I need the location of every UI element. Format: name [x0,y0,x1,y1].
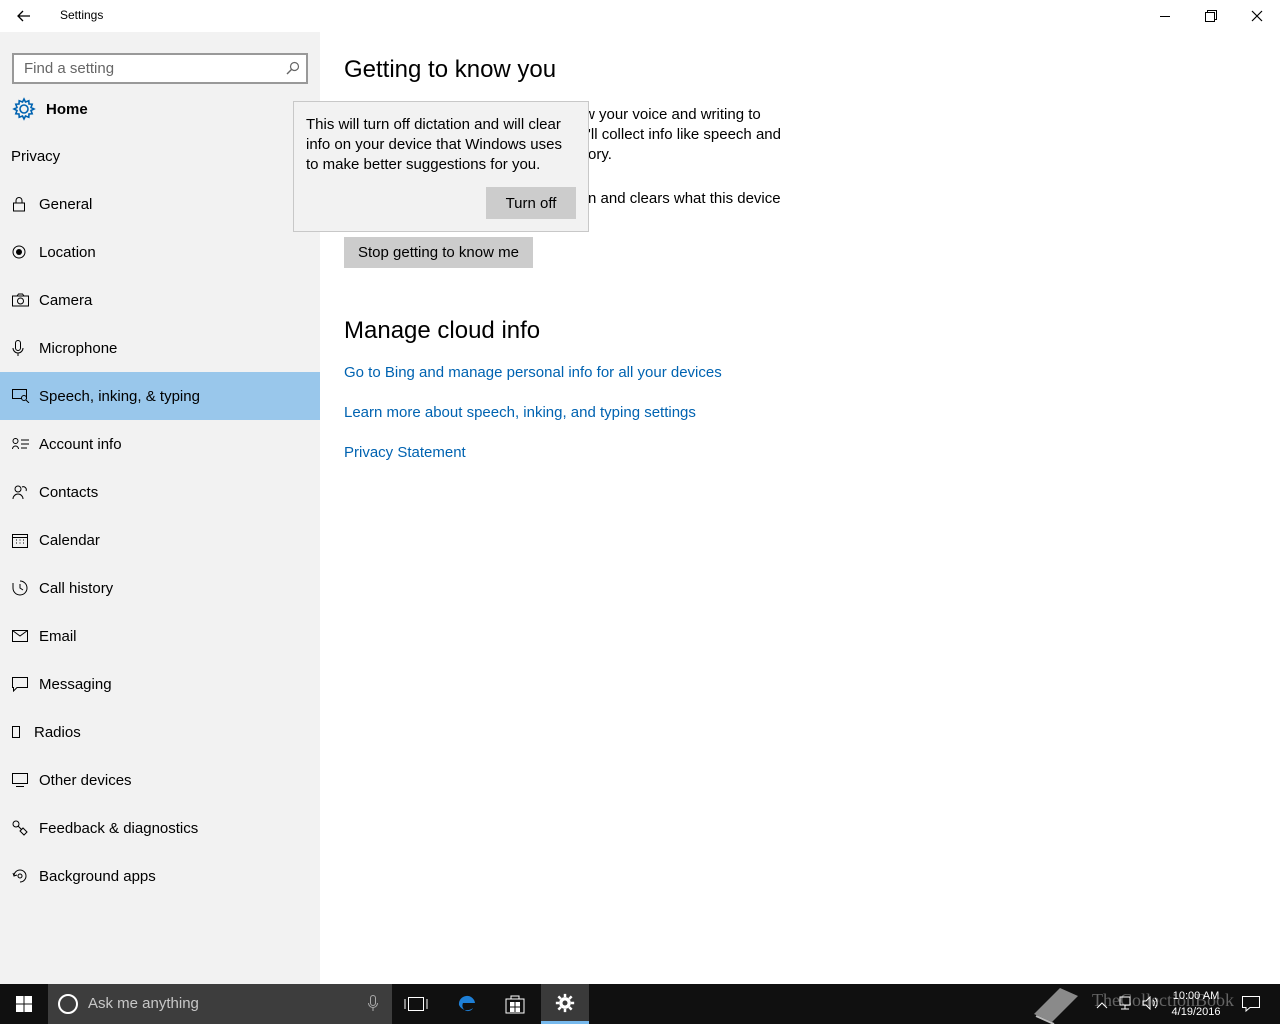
settings-taskbar-button[interactable] [541,984,589,1024]
messaging-icon [0,676,39,692]
clock-date: 4/19/2016 [1171,1006,1221,1018]
sidebar-item-background-apps[interactable]: Background apps [0,852,320,900]
close-button[interactable] [1234,0,1280,32]
microphone-icon[interactable] [368,995,378,1017]
microphone-icon [0,339,39,357]
sidebar-item-messaging[interactable]: Messaging [0,660,320,708]
edge-browser-button[interactable] [443,984,491,1024]
description-line: w your voice and writing to [584,106,761,123]
chevron-up-icon[interactable] [1096,996,1108,1014]
speech-inking-icon [0,389,39,403]
store-button[interactable] [491,984,539,1024]
account-info-icon [0,438,39,450]
gear-icon [555,993,575,1012]
home-label: Home [46,100,88,118]
sidebar-item-label: Other devices [39,771,132,789]
minimize-icon [1160,16,1170,17]
description-text-2: n and clears what this device [588,190,781,207]
other-devices-icon [0,773,39,787]
task-view-button[interactable] [392,984,440,1024]
title-bar: Settings [0,0,1280,32]
sidebar-item-label: Background apps [39,867,156,885]
network-icon[interactable] [1118,996,1134,1015]
sidebar-item-account-info[interactable]: Account info [0,420,320,468]
search-box[interactable]: Find a setting [12,53,308,84]
clock-time: 10:00 AM [1172,990,1220,1002]
sidebar-item-microphone[interactable]: Microphone [0,324,320,372]
search-placeholder: Find a setting [24,60,115,77]
contacts-icon [0,485,39,500]
sidebar-item-label: Account info [39,435,122,453]
flyout-message: This will turn off dictation and will cl… [306,116,562,173]
minimize-button[interactable] [1142,0,1188,32]
sidebar-item-label: Microphone [39,339,118,357]
back-arrow-icon [17,10,30,22]
taskbar: Ask me anything TheCollectionBook 10:00 … [0,984,1280,1024]
stop-getting-to-know-me-button[interactable]: Stop getting to know me [344,237,533,268]
cortana-search-box[interactable]: Ask me anything [48,984,392,1024]
edge-icon [458,995,475,1012]
sidebar-item-general[interactable]: General [0,180,320,228]
clock[interactable]: 10:00 AM 4/19/2016 [1160,988,1232,1020]
task-view-icon [404,997,428,1011]
windows-logo-icon [16,996,32,1012]
sidebar-item-label: Radios [34,723,81,741]
description-line: 'll collect info like speech and [588,126,781,143]
background-apps-icon [0,868,39,884]
close-icon [1251,10,1263,22]
sidebar-item-label: Feedback & diagnostics [39,819,199,837]
section-title: Privacy [11,148,61,165]
bing-manage-link[interactable]: Go to Bing and manage personal info for … [344,364,722,381]
page-title: Getting to know you [344,56,557,83]
volume-icon[interactable] [1142,995,1158,1015]
book-logo-icon [1034,988,1078,1024]
calendar-icon [0,533,39,548]
sidebar-item-contacts[interactable]: Contacts [0,468,320,516]
sidebar: Find a setting Home Privacy General Loca… [0,32,320,984]
sidebar-item-label: Calendar [39,531,100,549]
sidebar-item-calendar[interactable]: Calendar [0,516,320,564]
store-icon [505,995,525,1014]
restore-icon [1205,10,1217,22]
taskbar-search-placeholder: Ask me anything [88,995,199,1012]
feedback-icon [0,820,39,836]
restore-button[interactable] [1188,0,1234,32]
sidebar-item-camera[interactable]: Camera [0,276,320,324]
section-heading: Manage cloud info [344,317,541,344]
action-center-icon[interactable] [1242,996,1260,1017]
sidebar-item-radios[interactable]: Radios [0,708,320,756]
sidebar-item-label: Camera [39,291,93,309]
sidebar-item-other-devices[interactable]: Other devices [0,756,320,804]
back-button[interactable] [0,0,48,32]
sidebar-item-email[interactable]: Email [0,612,320,660]
camera-icon [0,293,39,307]
privacy-statement-link[interactable]: Privacy Statement [344,444,466,461]
description-line: ory. [588,146,612,163]
sidebar-item-label: Email [39,627,77,645]
email-icon [0,630,39,642]
sidebar-item-label: Call history [39,579,114,597]
home-link[interactable]: Home [12,94,88,124]
sidebar-item-call-history[interactable]: Call history [0,564,320,612]
gear-icon [12,97,36,121]
sidebar-item-label: Speech, inking, & typing [39,387,200,405]
start-button[interactable] [0,984,48,1024]
location-icon [0,245,39,259]
sidebar-item-speech-inking-typing[interactable]: Speech, inking, & typing [0,372,320,420]
search-icon[interactable] [286,61,300,80]
sidebar-item-feedback-diagnostics[interactable]: Feedback & diagnostics [0,804,320,852]
call-history-icon [0,580,39,596]
sidebar-item-label: Messaging [39,675,112,693]
description-text: w your voice and writing to 'll collect … [584,105,884,165]
sidebar-item-label: General [39,195,93,213]
learn-more-link[interactable]: Learn more about speech, inking, and typ… [344,404,696,421]
window-title: Settings [60,8,104,22]
turn-off-button[interactable]: Turn off [486,187,576,219]
sidebar-item-label: Location [39,243,96,261]
sidebar-item-label: Contacts [39,483,99,501]
sidebar-item-location[interactable]: Location [0,228,320,276]
cortana-icon [58,994,78,1014]
lock-icon [0,196,39,212]
confirmation-flyout: This will turn off dictation and will cl… [293,101,589,232]
